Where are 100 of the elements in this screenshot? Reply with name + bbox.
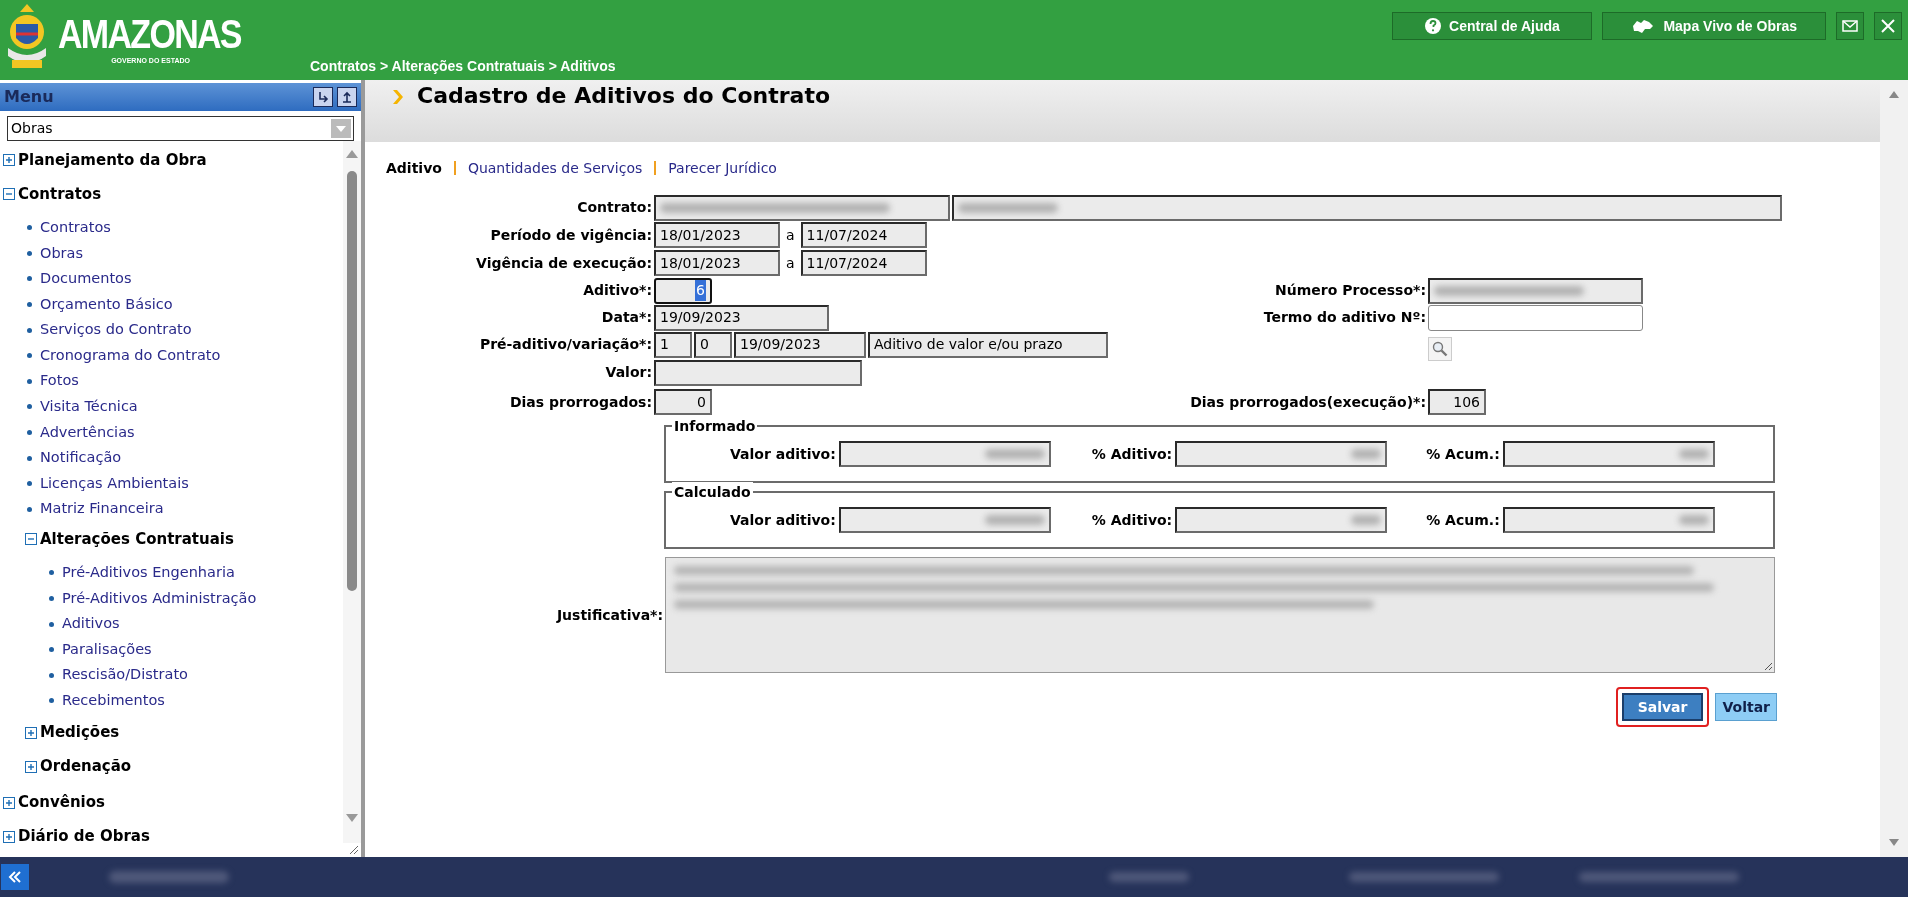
- date-field[interactable]: 18/01/2023: [654, 250, 780, 276]
- number-field[interactable]: 0: [654, 389, 712, 415]
- main-scrollbar[interactable]: [1880, 80, 1908, 857]
- bullet-icon: [49, 672, 54, 678]
- mail-icon: [1842, 20, 1858, 32]
- text-field[interactable]: [1175, 441, 1388, 467]
- blurred-text: [984, 515, 1045, 525]
- scroll-thumb[interactable]: [347, 171, 357, 591]
- tab[interactable]: Aditivo: [386, 157, 442, 179]
- textarea-field[interactable]: [665, 557, 1775, 673]
- field-label: Vigência de execução:: [475, 253, 652, 273]
- text-field[interactable]: [1502, 507, 1715, 533]
- menu-link[interactable]: Licenças Ambientais: [40, 472, 189, 495]
- double-chevron-left-icon: [8, 871, 22, 883]
- menu-link[interactable]: Pré-Aditivos Administração: [62, 587, 257, 610]
- collapse-button[interactable]: [313, 87, 333, 107]
- field-label: Aditivo*:: [582, 281, 652, 300]
- text-field[interactable]: 0: [694, 331, 732, 358]
- number-field[interactable]: 106: [1428, 389, 1486, 415]
- tree-group[interactable]: Alterações Contratuais: [40, 527, 234, 551]
- back-button[interactable]: Voltar: [1715, 693, 1777, 721]
- resize-grip-icon[interactable]: [347, 843, 359, 855]
- expand-button[interactable]: [337, 87, 357, 107]
- help-button[interactable]: Central de Ajuda: [1392, 12, 1593, 40]
- blurred-text: [1678, 515, 1709, 525]
- menu-link[interactable]: Cronograma do Contrato: [40, 344, 221, 367]
- tree-group[interactable]: Medições: [40, 721, 120, 744]
- plus-box-icon[interactable]: [3, 154, 15, 166]
- module-select[interactable]: Obras: [7, 116, 354, 141]
- scroll-down-icon[interactable]: [345, 813, 359, 823]
- menu-link[interactable]: Documentos: [40, 268, 132, 290]
- blurred-text: [1351, 449, 1382, 459]
- search-button[interactable]: [1428, 337, 1452, 361]
- menu-link[interactable]: Obras: [40, 242, 84, 265]
- field-label: Justificativa*:: [555, 605, 663, 625]
- plus-box-icon[interactable]: [3, 830, 15, 843]
- menu-link[interactable]: Contratos: [40, 216, 111, 239]
- text-field[interactable]: [654, 359, 862, 386]
- date-field[interactable]: 11/07/2024: [800, 222, 927, 248]
- resize-grip-icon[interactable]: [1763, 661, 1773, 671]
- text-field[interactable]: [838, 507, 1051, 533]
- text-field[interactable]: 19/09/2023: [734, 331, 866, 358]
- search-icon: [1432, 341, 1448, 357]
- number-field[interactable]: 6: [654, 277, 712, 304]
- text-field[interactable]: [1502, 441, 1715, 467]
- menu-link[interactable]: Paralisações: [62, 638, 152, 661]
- tree-group[interactable]: Diário de Obras: [18, 825, 150, 843]
- sidebar-scrollbar[interactable]: [343, 141, 361, 843]
- text-field[interactable]: [1428, 304, 1643, 331]
- bullet-icon: [27, 481, 32, 487]
- menu-link[interactable]: Rescisão/Distrato: [62, 664, 188, 687]
- menu-link[interactable]: Orçamento Básico: [40, 293, 173, 316]
- field-label: Data*:: [600, 308, 652, 327]
- plus-box-icon[interactable]: [3, 796, 15, 809]
- menu-link[interactable]: Notificação: [40, 447, 122, 469]
- collapse-sidebar-button[interactable]: [1, 864, 29, 890]
- arrow-down-right-icon: [317, 91, 329, 103]
- save-button[interactable]: Salvar: [1621, 693, 1704, 721]
- field-label: Período de vigência:: [489, 225, 652, 245]
- close-icon: [1881, 19, 1895, 33]
- tab[interactable]: Quantidades de Serviços: [467, 157, 643, 179]
- field-label: Valor:: [604, 363, 652, 382]
- tree-group[interactable]: Convênios: [18, 791, 105, 814]
- select-value: Obras: [11, 119, 53, 138]
- menu-link[interactable]: Aditivos: [62, 613, 120, 635]
- menu-link[interactable]: Visita Técnica: [40, 396, 138, 418]
- close-button[interactable]: [1874, 12, 1902, 40]
- menu-link[interactable]: Matriz Financeira: [40, 498, 164, 521]
- text-field[interactable]: Aditivo de valor e/ou prazo: [868, 331, 1108, 358]
- text-field[interactable]: [654, 194, 950, 221]
- text-field[interactable]: [1428, 277, 1643, 304]
- page-title: Cadastro de Aditivos do Contrato: [417, 82, 830, 110]
- tree-group[interactable]: Ordenação: [40, 755, 132, 778]
- scroll-up-icon[interactable]: [1888, 90, 1900, 99]
- minus-box-icon[interactable]: [25, 533, 37, 546]
- scroll-down-icon[interactable]: [1888, 838, 1900, 847]
- plus-box-icon[interactable]: [25, 760, 37, 773]
- text-field[interactable]: [838, 441, 1051, 467]
- tree-group[interactable]: Planejamento da Obra: [18, 148, 207, 172]
- menu-link[interactable]: Advertências: [40, 421, 135, 444]
- menu-link[interactable]: Serviços do Contrato: [40, 319, 192, 342]
- mail-button[interactable]: [1836, 12, 1864, 40]
- scroll-up-icon[interactable]: [345, 149, 359, 159]
- menu-link[interactable]: Pré-Aditivos Engenharia: [62, 562, 235, 584]
- map-button[interactable]: Mapa Vivo de Obras: [1602, 12, 1826, 40]
- text-field[interactable]: [952, 194, 1782, 221]
- minus-box-icon[interactable]: [3, 188, 15, 200]
- plus-box-icon[interactable]: [25, 726, 37, 739]
- menu-link[interactable]: Fotos: [40, 370, 79, 393]
- menu-link[interactable]: Recebimentos: [62, 690, 165, 712]
- date-field[interactable]: 11/07/2024: [800, 250, 927, 276]
- field-label: % Aditivo:: [1091, 510, 1173, 530]
- date-field[interactable]: 18/01/2023: [654, 222, 780, 248]
- field-label: Contrato:: [576, 198, 652, 217]
- tab[interactable]: Parecer Jurídico: [668, 157, 777, 179]
- tree-group[interactable]: Contratos: [18, 182, 102, 206]
- text-field[interactable]: 1: [654, 331, 692, 358]
- bullet-icon: [27, 430, 32, 436]
- text-field[interactable]: [1175, 507, 1388, 533]
- date-field[interactable]: 19/09/2023: [654, 304, 829, 331]
